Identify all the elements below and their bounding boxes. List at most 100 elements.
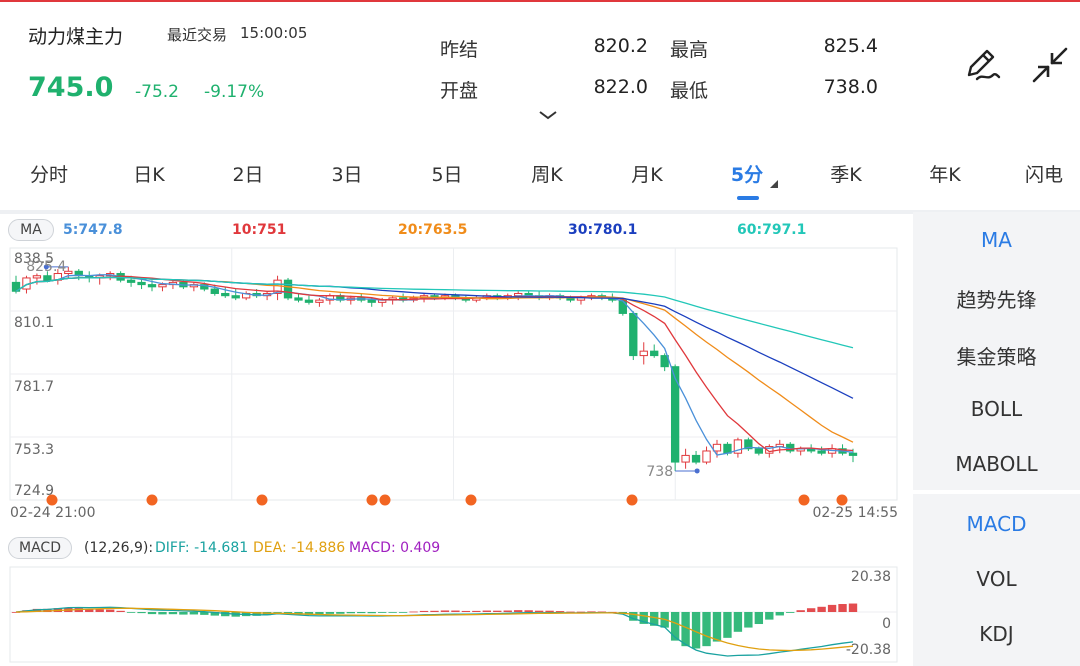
- macd-bar: [126, 612, 136, 613]
- panel-divider: [913, 490, 1080, 494]
- ma-line-5: [15, 274, 854, 456]
- price-change: -75.2: [135, 82, 179, 102]
- low-label: 最低: [670, 80, 709, 102]
- ma-line-20: [15, 276, 854, 443]
- macd-bar: [388, 612, 397, 613]
- tab-5-min[interactable]: 5分: [731, 160, 763, 187]
- macd-bar: [817, 606, 826, 612]
- macd-bar: [398, 612, 408, 613]
- period-tabs: 分时 日K 2日 3日 5日 周K 月K 5分 季K 年K 闪电: [0, 150, 1080, 198]
- x-axis-end-label: 02-25 14:55: [813, 505, 898, 521]
- macd-bar: [733, 612, 743, 632]
- kline-chart[interactable]: 838.5810.1781.7753.3724.902-24 21:00 02-2…: [0, 214, 912, 666]
- macd-bar: [503, 610, 512, 612]
- indicator-vol[interactable]: VOL: [913, 567, 1080, 591]
- candle-body: [712, 443, 722, 452]
- candle-body: [754, 448, 763, 454]
- candle-body: [126, 279, 136, 283]
- event-marker: [366, 494, 378, 506]
- candle-body: [367, 299, 376, 303]
- macd-bar: [430, 610, 439, 612]
- macd-bar: [158, 612, 167, 615]
- macd-params: (12,26,9):: [84, 540, 154, 556]
- macd-indicator-button[interactable]: MACD: [8, 537, 72, 559]
- candle-body: [231, 295, 240, 299]
- candle-body: [848, 452, 858, 456]
- indicator-maboll[interactable]: MABOLL: [913, 452, 1080, 476]
- indicator-trend-pioneer[interactable]: 趋势先锋: [913, 284, 1080, 313]
- ma-line-10: [15, 275, 854, 453]
- macd-bar: [451, 610, 460, 612]
- candle-body: [32, 275, 42, 279]
- macd-bar: [702, 612, 711, 647]
- collapse-icon[interactable]: [1030, 45, 1070, 85]
- tab-quarterly-k[interactable]: 季K: [830, 160, 861, 187]
- event-marker: [626, 494, 638, 506]
- candle-body: [629, 312, 638, 357]
- macd-bar: [137, 612, 146, 614]
- macd-bar: [147, 612, 157, 615]
- macd-bar: [838, 604, 847, 612]
- open-label: 开盘: [440, 80, 479, 102]
- tab-yearly-k[interactable]: 年K: [929, 160, 960, 187]
- tab-daily-k[interactable]: 日K: [133, 160, 164, 187]
- macd-bar: [848, 603, 858, 612]
- macd-bar: [419, 610, 429, 612]
- macd-bar: [336, 612, 345, 614]
- event-marker: [46, 494, 58, 506]
- candle-body: [158, 284, 167, 288]
- tab-flash[interactable]: 闪电: [1025, 160, 1063, 187]
- macd-bar: [806, 608, 816, 612]
- macd-y-label: -20.38: [846, 642, 891, 658]
- macd-bar: [514, 610, 523, 612]
- tab-5-day[interactable]: 5日: [431, 160, 462, 187]
- indicator-kdj[interactable]: KDJ: [913, 622, 1080, 646]
- low-value: 738.0: [823, 76, 878, 98]
- macd-y-label: 0: [882, 616, 891, 632]
- macd-bar: [786, 612, 795, 613]
- tab-monthly-k[interactable]: 月K: [631, 160, 662, 187]
- macd-bar: [744, 612, 753, 628]
- contract-name: 动力煤主力: [28, 26, 124, 48]
- macd-bar: [367, 612, 376, 614]
- macd-bar: [472, 610, 481, 612]
- macd-bar: [346, 612, 355, 614]
- event-marker: [256, 494, 268, 506]
- top-accent-line: [0, 0, 1080, 2]
- open-value: 822.0: [593, 76, 648, 98]
- candle-body: [147, 284, 157, 288]
- tab-2-day[interactable]: 2日: [232, 160, 263, 187]
- y-axis-label: 781.7: [14, 379, 54, 395]
- event-marker: [798, 494, 810, 506]
- macd-bar: [555, 611, 565, 612]
- macd-dea: DEA: -14.886: [253, 540, 346, 556]
- macd-bar: [325, 612, 335, 614]
- tab-weekly-k[interactable]: 周K: [531, 160, 562, 187]
- indicator-gold-strategy[interactable]: 集金策略: [913, 341, 1080, 370]
- indicator-ma[interactable]: MA: [913, 228, 1080, 252]
- macd-bar: [461, 610, 471, 612]
- event-marker: [379, 494, 391, 506]
- macd-bar: [765, 612, 774, 620]
- expand-chevron-icon[interactable]: [538, 108, 558, 122]
- macd-bar: [95, 609, 104, 612]
- tab-3-day[interactable]: 3日: [331, 160, 362, 187]
- candle-body: [43, 275, 52, 281]
- last-trade-time: 15:00:05: [240, 24, 308, 42]
- indicator-macd[interactable]: MACD: [913, 512, 1080, 536]
- macd-value: MACD: 0.409: [349, 540, 441, 556]
- macd-y-label: 20.38: [851, 569, 891, 585]
- macd-diff: DIFF: -14.681: [155, 540, 249, 556]
- macd-bar: [105, 609, 115, 612]
- candle-body: [221, 292, 230, 297]
- indicator-boll[interactable]: BOLL: [913, 397, 1080, 421]
- macd-bar: [482, 610, 491, 612]
- draw-icon[interactable]: [963, 45, 1003, 85]
- macd-bar: [378, 612, 387, 613]
- current-price: 745.0: [28, 72, 114, 103]
- tab-intraday[interactable]: 分时: [30, 160, 68, 187]
- event-marker: [836, 494, 848, 506]
- macd-bar: [545, 610, 554, 612]
- low-marker-dot: [694, 468, 700, 474]
- tab-dropdown-icon[interactable]: [770, 180, 778, 188]
